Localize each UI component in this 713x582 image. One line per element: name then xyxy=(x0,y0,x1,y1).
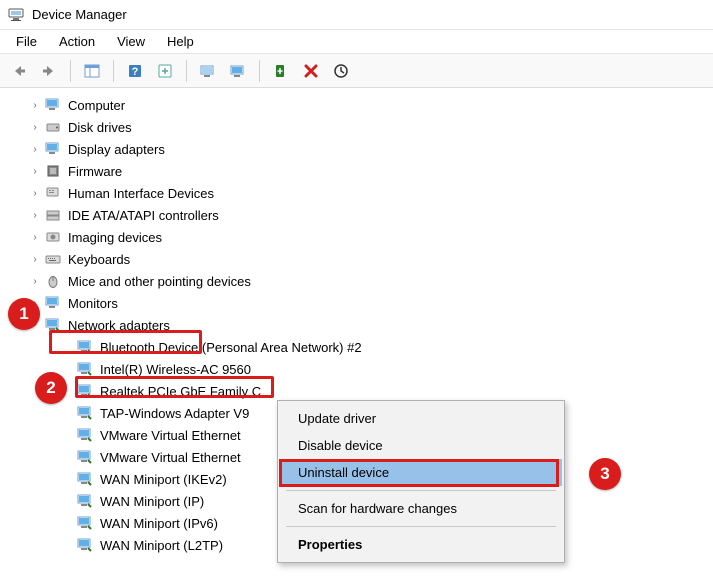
tree-label: Monitors xyxy=(68,296,118,311)
computer-icon xyxy=(44,96,62,114)
tree-item-bluetooth[interactable]: Bluetooth Device (Personal Area Network)… xyxy=(6,336,713,358)
menu-file[interactable]: File xyxy=(6,32,47,51)
update-driver-button[interactable] xyxy=(268,58,294,84)
context-menu: Update driver Disable device Uninstall d… xyxy=(277,400,565,563)
disk-drive-icon xyxy=(44,118,62,136)
tree-category-computer[interactable]: › Computer xyxy=(6,94,713,116)
network-adapter-icon xyxy=(76,338,94,356)
menu-view[interactable]: View xyxy=(107,32,155,51)
tree-category-keyboards[interactable]: › Keyboards xyxy=(6,248,713,270)
network-adapter-icon xyxy=(76,448,94,466)
tree-category-mice[interactable]: › Mice and other pointing devices xyxy=(6,270,713,292)
context-menu-separator xyxy=(286,526,556,527)
expander-icon[interactable]: › xyxy=(28,208,42,222)
svg-text:?: ? xyxy=(132,66,139,78)
toolbar-separator xyxy=(259,60,260,82)
uninstall-button[interactable] xyxy=(298,58,324,84)
context-menu-disable-device[interactable]: Disable device xyxy=(280,432,562,459)
network-adapter-icon xyxy=(76,426,94,444)
action-button[interactable] xyxy=(152,58,178,84)
monitor-button[interactable] xyxy=(225,58,251,84)
expander-icon[interactable]: › xyxy=(28,252,42,266)
tree-label: VMware Virtual Ethernet xyxy=(100,450,241,465)
network-adapter-icon xyxy=(76,360,94,378)
tree-item-intel-wireless[interactable]: Intel(R) Wireless-AC 9560 xyxy=(6,358,713,380)
tree-label: Mice and other pointing devices xyxy=(68,274,251,289)
tree-label: WAN Miniport (L2TP) xyxy=(100,538,223,553)
scan-hardware-button[interactable] xyxy=(195,58,221,84)
tree-label: VMware Virtual Ethernet xyxy=(100,428,241,443)
tree-category-disk-drives[interactable]: › Disk drives xyxy=(6,116,713,138)
tree-label: WAN Miniport (IP) xyxy=(100,494,204,509)
show-hide-tree-button[interactable] xyxy=(79,58,105,84)
tree-label: Firmware xyxy=(68,164,122,179)
back-button[interactable] xyxy=(6,58,32,84)
tree-label: Keyboards xyxy=(68,252,130,267)
expander-icon[interactable]: › xyxy=(28,98,42,112)
context-menu-properties[interactable]: Properties xyxy=(280,531,562,558)
network-adapter-icon xyxy=(76,470,94,488)
toolbar: ? xyxy=(0,54,713,88)
tree-label: Network adapters xyxy=(68,318,170,333)
display-adapter-icon xyxy=(44,140,62,158)
menu-action[interactable]: Action xyxy=(49,32,105,51)
menu-help[interactable]: Help xyxy=(157,32,204,51)
tree-item-realtek[interactable]: Realtek PCIe GbE Family C xyxy=(6,380,713,402)
tree-label: Display adapters xyxy=(68,142,165,157)
forward-button[interactable] xyxy=(36,58,62,84)
expander-icon[interactable]: › xyxy=(28,296,42,310)
expander-icon[interactable]: › xyxy=(28,142,42,156)
tree-label: WAN Miniport (IPv6) xyxy=(100,516,218,531)
tree-label: Imaging devices xyxy=(68,230,162,245)
tree-label: Intel(R) Wireless-AC 9560 xyxy=(100,362,251,377)
toolbar-separator xyxy=(186,60,187,82)
context-menu-uninstall-device[interactable]: Uninstall device xyxy=(280,459,562,486)
tree-category-ide[interactable]: › IDE ATA/ATAPI controllers xyxy=(6,204,713,226)
expander-icon[interactable]: › xyxy=(28,274,42,288)
window-title: Device Manager xyxy=(32,7,127,22)
tree-label: Computer xyxy=(68,98,125,113)
hid-icon xyxy=(44,184,62,202)
menu-bar: File Action View Help xyxy=(0,30,713,54)
tree-category-display-adapters[interactable]: › Display adapters xyxy=(6,138,713,160)
tree-category-monitors[interactable]: › Monitors xyxy=(6,292,713,314)
expander-icon[interactable]: › xyxy=(28,230,42,244)
context-menu-separator xyxy=(286,490,556,491)
tree-label: IDE ATA/ATAPI controllers xyxy=(68,208,219,223)
monitor-icon xyxy=(44,294,62,312)
tree-label: Disk drives xyxy=(68,120,132,135)
expander-icon[interactable]: › xyxy=(28,164,42,178)
tree-category-imaging[interactable]: › Imaging devices xyxy=(6,226,713,248)
keyboard-icon xyxy=(44,250,62,268)
toolbar-separator xyxy=(113,60,114,82)
expander-icon[interactable]: › xyxy=(28,120,42,134)
network-adapter-icon xyxy=(44,316,62,334)
context-menu-update-driver[interactable]: Update driver xyxy=(280,405,562,432)
expander-icon[interactable]: › xyxy=(28,318,42,332)
network-adapter-icon xyxy=(76,514,94,532)
tree-label: WAN Miniport (IKEv2) xyxy=(100,472,227,487)
disable-button[interactable] xyxy=(328,58,354,84)
tree-category-network-adapters[interactable]: › Network adapters xyxy=(6,314,713,336)
imaging-icon xyxy=(44,228,62,246)
network-adapter-icon xyxy=(76,382,94,400)
network-adapter-icon xyxy=(76,492,94,510)
network-adapter-icon xyxy=(76,404,94,422)
tree-label: Bluetooth Device (Personal Area Network)… xyxy=(100,340,362,355)
tree-label: Human Interface Devices xyxy=(68,186,214,201)
tree-category-hid[interactable]: › Human Interface Devices xyxy=(6,182,713,204)
toolbar-separator xyxy=(70,60,71,82)
expander-icon[interactable]: › xyxy=(28,186,42,200)
tree-label: Realtek PCIe GbE Family C xyxy=(100,384,261,399)
device-manager-icon xyxy=(8,7,24,23)
ide-controller-icon xyxy=(44,206,62,224)
mouse-icon xyxy=(44,272,62,290)
network-adapter-icon xyxy=(76,536,94,554)
tree-label: TAP-Windows Adapter V9 xyxy=(100,406,249,421)
context-menu-scan-hardware[interactable]: Scan for hardware changes xyxy=(280,495,562,522)
tree-category-firmware[interactable]: › Firmware xyxy=(6,160,713,182)
title-bar: Device Manager xyxy=(0,0,713,30)
firmware-icon xyxy=(44,162,62,180)
help-button[interactable]: ? xyxy=(122,58,148,84)
